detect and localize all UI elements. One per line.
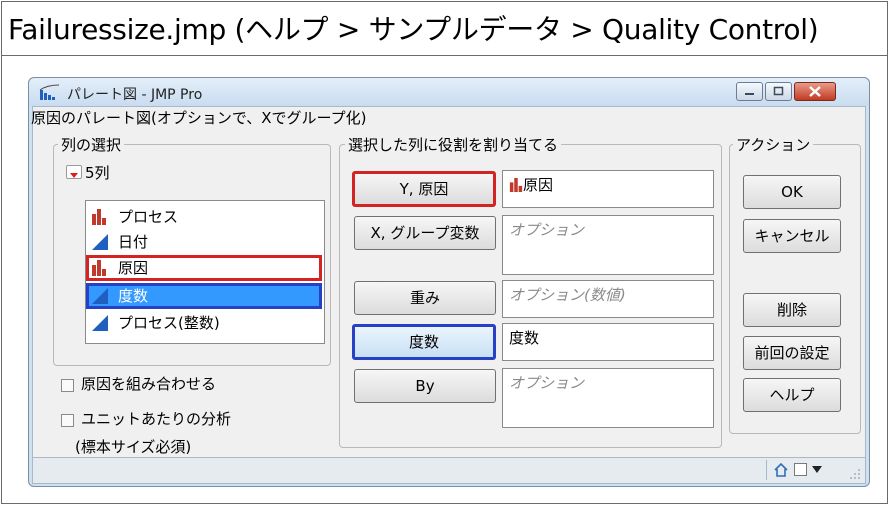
continuous-column-icon — [92, 288, 108, 304]
x-grouping-role-field[interactable]: オプション — [502, 215, 714, 275]
combine-causes-label: 原因を組み合わせる — [81, 375, 217, 393]
x-grouping-role-button[interactable]: X, グループ変数 — [354, 216, 496, 250]
per-unit-analysis-label: ユニットあたりの分析 — [81, 410, 232, 428]
continuous-column-icon — [92, 234, 108, 250]
remove-button[interactable]: 削除 — [743, 293, 841, 327]
column-item-cause[interactable]: 原因 — [86, 255, 322, 281]
column-label: プロセス(整数) — [118, 314, 220, 332]
pareto-app-icon — [39, 84, 60, 100]
cancel-button[interactable]: キャンセル — [743, 219, 841, 253]
column-count-label: 5列 — [85, 164, 110, 182]
by-role-field[interactable]: オプション — [502, 368, 714, 428]
nominal-column-icon — [509, 178, 523, 192]
action-legend: アクション — [733, 134, 814, 155]
column-item-date[interactable]: 日付 — [86, 230, 324, 254]
y-cause-role-button[interactable]: Y, 原因 — [352, 171, 496, 207]
y-cause-role-field[interactable]: 原因 — [502, 170, 714, 208]
column-label: 度数 — [118, 287, 149, 305]
column-label: プロセス — [118, 208, 179, 226]
column-item-process-integer[interactable]: プロセス(整数) — [86, 311, 324, 335]
per-unit-analysis-checkbox[interactable] — [61, 414, 74, 427]
sample-size-note: (標本サイズ必須) — [75, 438, 192, 456]
column-item-process[interactable]: プロセス — [86, 205, 324, 229]
frequency-role-field[interactable]: 度数 — [502, 323, 714, 361]
close-button[interactable] — [794, 82, 836, 101]
home-icon[interactable] — [774, 463, 788, 477]
close-icon — [809, 86, 821, 97]
continuous-column-icon — [92, 315, 108, 331]
column-list[interactable]: プロセス 日付 原因 度数 プロセス(整数) — [85, 200, 325, 344]
combine-causes-checkbox[interactable] — [61, 379, 74, 392]
figure-caption: Failuressize.jmp (ヘルプ > サンプルデータ > Qualit… — [8, 13, 819, 46]
status-divider — [766, 460, 767, 480]
column-label: 日付 — [118, 233, 149, 251]
pareto-dialog-window: パレート図 - JMP Pro 原因のパレート図(オプションで、Xでグループ化)… — [28, 77, 870, 487]
recall-button[interactable]: 前回の設定 — [743, 336, 841, 370]
weight-role-field[interactable]: オプション(数値) — [502, 280, 714, 318]
resize-grip-icon[interactable] — [849, 468, 861, 480]
ok-button[interactable]: OK — [743, 175, 841, 209]
window-title: パレート図 - JMP Pro — [67, 87, 203, 103]
chevron-down-icon[interactable] — [812, 466, 822, 474]
select-columns-legend: 列の選択 — [58, 134, 125, 155]
by-role-button[interactable]: By — [354, 369, 496, 403]
help-button[interactable]: ヘルプ — [743, 378, 841, 412]
window-list-icon[interactable] — [794, 463, 807, 476]
status-bar — [32, 458, 866, 484]
minimize-button[interactable] — [736, 82, 763, 101]
maximize-icon — [773, 86, 784, 96]
maximize-button[interactable] — [765, 82, 792, 101]
column-label: 原因 — [118, 259, 149, 277]
role-value: 原因 — [523, 176, 554, 194]
nominal-column-icon — [92, 209, 106, 225]
column-item-frequency[interactable]: 度数 — [86, 283, 322, 309]
dialog-body: 原因のパレート図(オプションで、Xでグループ化) 列の選択 5列 プロセス 日付… — [31, 106, 866, 458]
title-bar[interactable]: パレート図 - JMP Pro — [29, 78, 869, 106]
nominal-column-icon — [92, 260, 106, 276]
cast-roles-legend: 選択した列に役割を割り当てる — [345, 134, 562, 155]
frequency-role-button[interactable]: 度数 — [352, 324, 496, 360]
triangle-down-icon — [70, 173, 78, 178]
dialog-subtitle: 原因のパレート図(オプションで、Xでグループ化) — [31, 109, 367, 127]
weight-role-button[interactable]: 重み — [354, 281, 496, 315]
caption-divider — [1, 55, 888, 56]
minimize-icon — [745, 93, 754, 95]
column-count-toggle[interactable] — [66, 165, 82, 179]
